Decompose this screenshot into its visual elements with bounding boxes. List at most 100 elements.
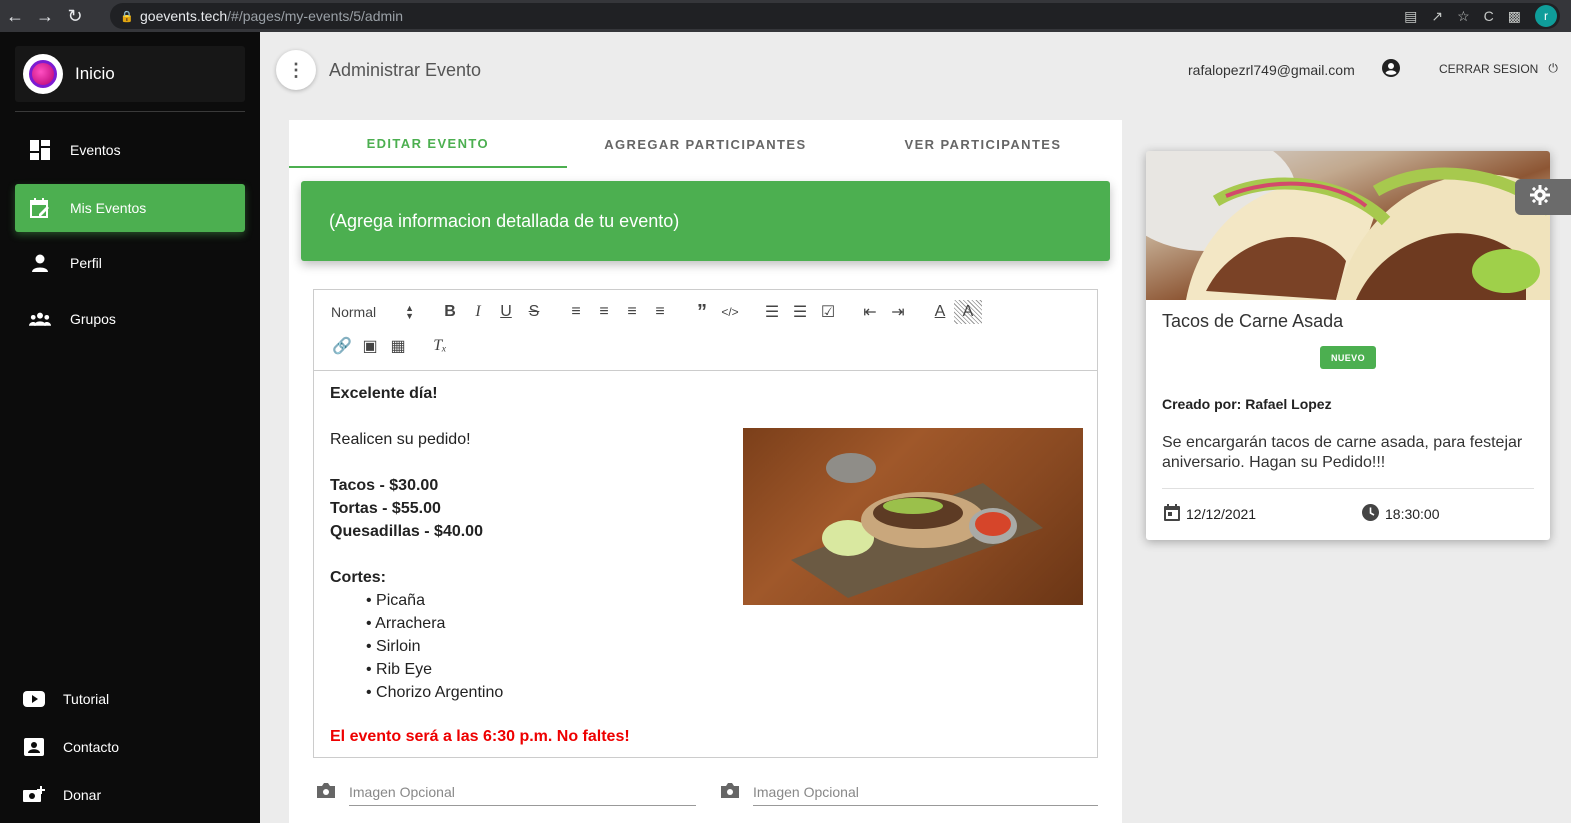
- list-item: Arrachera: [366, 612, 1090, 635]
- user-email: rafalopezrl749@gmail.com: [1188, 62, 1355, 78]
- event-time: 18:30:00: [1362, 504, 1440, 524]
- check-list-icon[interactable]: ☑: [814, 300, 842, 324]
- youtube-icon: [23, 688, 45, 710]
- bullet-list-icon[interactable]: ☰: [786, 300, 814, 324]
- tab-bar: EDITAR EVENTO AGREGAR PARTICIPANTES VER …: [289, 120, 1122, 168]
- align-right-icon[interactable]: ≡: [618, 300, 646, 324]
- logout-button[interactable]: CERRAR SESION ⏻: [1439, 61, 1558, 76]
- outdent-icon[interactable]: ⇤: [856, 300, 884, 324]
- sidebar-item-label: Donar: [63, 787, 102, 803]
- puzzle-icon[interactable]: ▩: [1508, 8, 1521, 25]
- tab-agregar-participantes[interactable]: AGREGAR PARTICIPANTES: [567, 120, 845, 168]
- forward-arrow-icon[interactable]: →: [30, 0, 60, 32]
- gear-icon: [1530, 184, 1550, 210]
- share-icon[interactable]: ↗: [1431, 8, 1443, 25]
- brand-logo-icon: [23, 54, 63, 94]
- sidebar-divider: [15, 111, 245, 112]
- event-preview-card[interactable]: Tacos de Carne Asada NUEVO Creado por: R…: [1146, 151, 1550, 540]
- optional-image-field-2[interactable]: Imagen Opcional: [721, 777, 1098, 807]
- italic-icon[interactable]: I: [464, 300, 492, 324]
- event-time-note: El evento será a las 6:30 p.m. No faltes…: [330, 728, 630, 745]
- text-color-icon[interactable]: A: [926, 300, 954, 324]
- link-icon[interactable]: 🔗: [328, 334, 356, 358]
- page-title: Administrar Evento: [329, 60, 482, 80]
- reload-icon[interactable]: ↻: [60, 0, 90, 32]
- select-arrows-icon: ▲ ▼: [405, 303, 414, 321]
- input-underline: [349, 805, 696, 806]
- url-path: /#/pages/my-events/5/admin: [227, 8, 404, 24]
- sidebar-item-label: Contacto: [63, 739, 120, 755]
- video-icon[interactable]: ▦: [384, 334, 412, 358]
- star-icon[interactable]: ☆: [1457, 8, 1470, 25]
- profile-avatar[interactable]: r: [1535, 5, 1557, 27]
- underline-icon[interactable]: U: [492, 300, 520, 324]
- brand-link[interactable]: Inicio: [15, 46, 245, 102]
- background-color-icon[interactable]: A: [954, 300, 982, 324]
- camera-icon: [721, 782, 739, 803]
- power-icon: ⏻: [1548, 61, 1558, 75]
- calendar-edit-icon: [29, 197, 51, 219]
- url-host: goevents.tech: [140, 8, 228, 24]
- status-badge: NUEVO: [1320, 346, 1376, 369]
- translate-icon[interactable]: ▤: [1404, 8, 1417, 25]
- align-left-icon[interactable]: ≡: [562, 300, 590, 324]
- sidebar-item-label: Eventos: [70, 142, 121, 158]
- blockquote-icon[interactable]: ”: [688, 300, 716, 324]
- sidebar: Inicio Eventos Mis Eventos Perfil Grupos…: [0, 32, 260, 823]
- group-icon: [29, 308, 51, 330]
- rich-text-editor[interactable]: Normal ▲ ▼ B I U S ≡ ≡ ≡ ≡ ” </> ☰ ☰ ☑ ⇤…: [313, 289, 1098, 758]
- event-cover-image: [1146, 151, 1550, 300]
- calendar-icon: [1164, 504, 1180, 524]
- person-icon: [29, 252, 51, 274]
- code-block-icon[interactable]: </>: [716, 300, 744, 324]
- list-item: Rib Eye: [366, 658, 1090, 681]
- main-card: EDITAR EVENTO AGREGAR PARTICIPANTES VER …: [289, 120, 1122, 823]
- indent-icon[interactable]: ⇥: [884, 300, 912, 324]
- back-arrow-icon[interactable]: ←: [0, 0, 30, 32]
- event-time-value: 18:30:00: [1385, 506, 1440, 522]
- sidebar-item-perfil[interactable]: Perfil: [15, 239, 245, 287]
- align-center-icon[interactable]: ≡: [590, 300, 618, 324]
- sidebar-item-mis-eventos[interactable]: Mis Eventos: [15, 184, 245, 232]
- tab-editar-evento[interactable]: EDITAR EVENTO: [289, 120, 567, 168]
- sidebar-item-tutorial[interactable]: Tutorial: [15, 679, 245, 719]
- browser-toolbar: ← → ↻ 🔒 goevents.tech/#/pages/my-events/…: [0, 0, 1571, 32]
- cortes-list: Picaña Arrachera Sirloin Rib Eye Chorizo…: [330, 589, 1090, 704]
- list-item: Chorizo Argentino: [366, 681, 1090, 704]
- sidebar-item-grupos[interactable]: Grupos: [15, 295, 245, 343]
- image-field-label: Imagen Opcional: [349, 784, 455, 800]
- image-icon[interactable]: ▣: [356, 334, 384, 358]
- more-vert-icon[interactable]: ⋮: [276, 50, 316, 90]
- align-justify-icon[interactable]: ≡: [646, 300, 674, 324]
- sidebar-item-contacto[interactable]: Contacto: [15, 727, 245, 767]
- image-field-label: Imagen Opcional: [753, 784, 859, 800]
- clear-format-icon[interactable]: Tₓ: [426, 334, 454, 358]
- tab-ver-participantes[interactable]: VER PARTICIPANTES: [844, 120, 1122, 168]
- lock-icon: 🔒: [120, 10, 134, 23]
- info-banner: (Agrega informacion detallada de tu even…: [301, 181, 1110, 261]
- bold-icon[interactable]: B: [436, 300, 464, 324]
- tacos-board-image: [743, 428, 1083, 605]
- dashboard-icon: [29, 139, 51, 161]
- address-bar[interactable]: 🔒 goevents.tech/#/pages/my-events/5/admi…: [110, 3, 1560, 29]
- sidebar-item-label: Mis Eventos: [70, 200, 147, 216]
- settings-gear-button[interactable]: [1515, 179, 1571, 215]
- card-divider: [1162, 488, 1534, 489]
- extension-c-icon[interactable]: C: [1484, 8, 1494, 24]
- event-title: Tacos de Carne Asada: [1162, 311, 1344, 331]
- sidebar-item-eventos[interactable]: Eventos: [15, 126, 245, 174]
- event-description: Se encargarán tacos de carne asada, para…: [1162, 434, 1523, 471]
- optional-image-field-1[interactable]: Imagen Opcional: [317, 777, 696, 807]
- ordered-list-icon[interactable]: ☰: [758, 300, 786, 324]
- event-date-value: 12/12/2021: [1186, 506, 1257, 522]
- strikethrough-icon[interactable]: S: [520, 300, 548, 324]
- browser-actions: ▤ ↗ ☆ C ▩ r: [1404, 5, 1557, 27]
- account-circle-icon[interactable]: [1382, 59, 1400, 82]
- format-select[interactable]: Normal ▲ ▼: [328, 300, 424, 324]
- clock-icon: [1362, 504, 1379, 524]
- sidebar-item-label: Tutorial: [63, 691, 110, 707]
- sidebar-item-label: Perfil: [70, 255, 102, 271]
- event-date: 12/12/2021: [1164, 504, 1256, 524]
- sidebar-item-donar[interactable]: Donar: [15, 775, 245, 815]
- list-item: Sirloin: [366, 635, 1090, 658]
